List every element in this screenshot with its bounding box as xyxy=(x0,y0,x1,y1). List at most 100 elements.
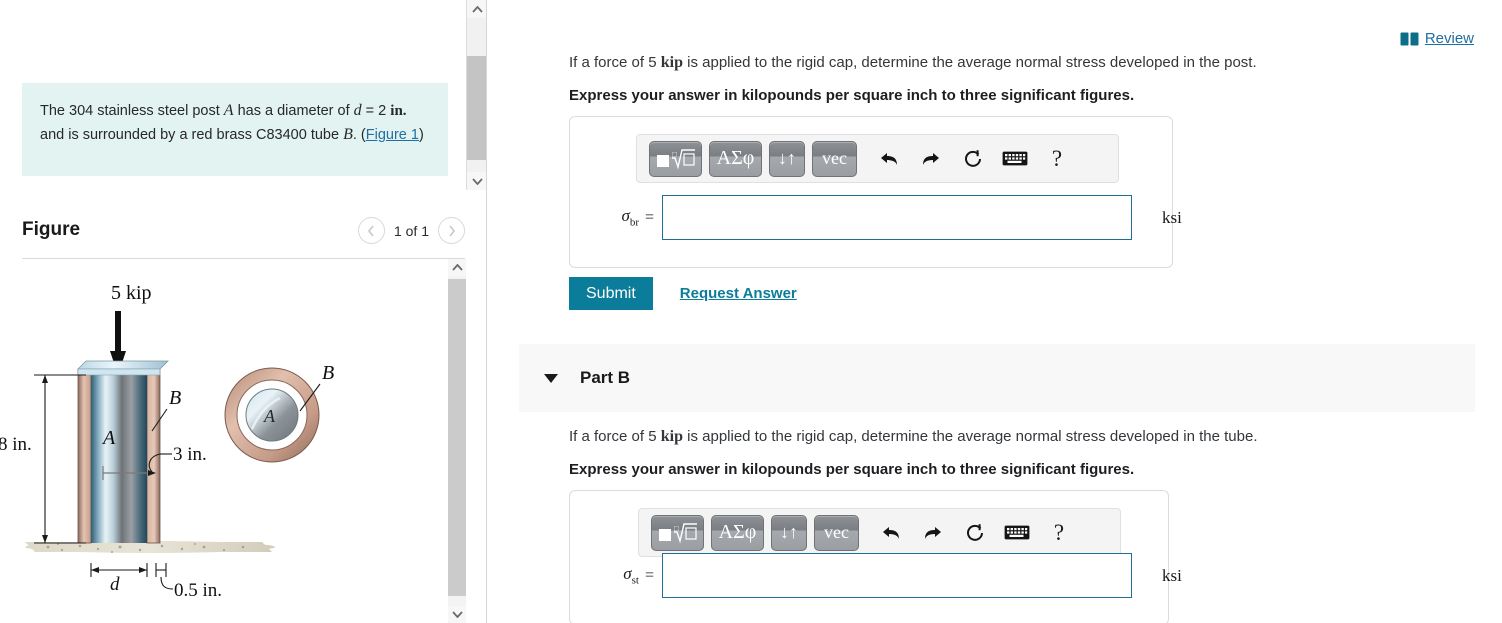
section-label-B: B xyxy=(322,362,334,384)
statement-scroll-track[interactable] xyxy=(467,18,487,172)
undo-arrow-icon xyxy=(883,526,899,539)
figure-1-link[interactable]: Figure 1 xyxy=(366,127,419,143)
part-b-question-pre: If a force of 5 xyxy=(569,428,661,445)
load-label: 5 kip xyxy=(111,282,152,304)
keyboard-button[interactable] xyxy=(998,142,1032,176)
figure-scroll-up-icon[interactable] xyxy=(448,259,466,276)
statement-scroll-thumb[interactable] xyxy=(467,56,487,160)
figure-prev-button[interactable] xyxy=(357,217,385,244)
undo-arrow-icon xyxy=(881,152,897,165)
help-button[interactable]: ? xyxy=(1040,142,1074,176)
figure-counter: 1 of 1 xyxy=(393,222,429,239)
label-A: A xyxy=(223,102,234,119)
problem-statement-scrollbar[interactable] xyxy=(466,0,487,190)
part-b-question-post: is applied to the rigid cap, determine t… xyxy=(682,428,1258,445)
vector-button[interactable]: vec xyxy=(812,140,857,177)
part-b-math-toolbar: □ ΑΣφ ↓↑ vec ? xyxy=(638,508,1121,557)
redo-arrow-icon xyxy=(925,526,941,539)
figure-scroll-track[interactable] xyxy=(448,276,466,606)
part-b-unit-kip: kip xyxy=(660,428,683,445)
reset-circular-arrow-icon xyxy=(967,523,983,541)
unit-in: in. xyxy=(390,103,407,119)
statement-part-4: and is surrounded by a red brass C83400 … xyxy=(40,126,344,143)
part-a-math-toolbar: □ ΑΣφ ↓↑ vec ? xyxy=(636,134,1119,183)
chevron-left-icon xyxy=(368,225,375,236)
reset-button[interactable] xyxy=(956,142,990,176)
part-a-answer-input[interactable] xyxy=(662,195,1133,240)
post-and-tube-diagram: 5 kip 8 in. A B 3 in. d 0.5 in. A B xyxy=(0,282,334,601)
reset-circular-arrow-icon xyxy=(965,149,981,167)
redo-button[interactable] xyxy=(914,142,948,176)
undo-button[interactable] xyxy=(872,142,906,176)
part-a-submit-button[interactable]: Submit xyxy=(569,277,653,310)
problem-statement-box: The 304 stainless steel post A has a dia… xyxy=(22,83,448,176)
part-a-answer-unit: ksi xyxy=(1162,207,1182,227)
figure-scroll-thumb[interactable] xyxy=(448,279,466,596)
part-a-actions: Submit Request Answer xyxy=(569,277,797,310)
keyboard-icon xyxy=(1002,151,1028,166)
review-link[interactable]: Review xyxy=(1425,30,1474,47)
part-a-instruction: Express your answer in kilopounds per sq… xyxy=(569,87,1135,104)
superscript-subscript-button[interactable]: ↓↑ xyxy=(769,140,805,177)
tube-label-B: B xyxy=(169,387,181,409)
keyboard-button[interactable] xyxy=(1000,516,1034,550)
statement-scroll-up-icon[interactable] xyxy=(467,0,487,18)
part-a-question: If a force of 5 kip is applied to the ri… xyxy=(569,53,1257,74)
help-button[interactable]: ? xyxy=(1042,516,1076,550)
part-b-answer-subscript: st xyxy=(631,574,639,587)
part-b-equals-sign: = xyxy=(645,566,655,584)
figure-scroll-down-icon[interactable] xyxy=(448,606,466,623)
reset-button[interactable] xyxy=(958,516,992,550)
part-b-answer-unit: ksi xyxy=(1162,565,1182,585)
updown-arrows-icon: ↓↑ xyxy=(778,148,796,168)
label-d: d xyxy=(353,102,362,119)
greek-symbols-label: ΑΣφ xyxy=(716,147,755,169)
redo-button[interactable] xyxy=(916,516,950,550)
statement-scroll-down-icon[interactable] xyxy=(467,172,487,190)
caret-down-icon[interactable] xyxy=(544,373,558,383)
section-label-A: A xyxy=(263,406,276,426)
part-b-answer-input[interactable] xyxy=(662,553,1133,598)
help-label: ? xyxy=(1051,145,1063,171)
part-a-answer-row: σbr = ksi xyxy=(582,195,1182,240)
template-math-icon: □ xyxy=(658,522,697,544)
height-label: 8 in. xyxy=(0,434,32,455)
statement-part-3: = 2 xyxy=(361,103,391,119)
part-b-answer-box: □ ΑΣφ ↓↑ vec ? σst = ksi xyxy=(569,490,1182,623)
part-a-question-pre: If a force of 5 xyxy=(569,54,661,71)
part-b-label: Part B xyxy=(580,368,631,387)
undo-button[interactable] xyxy=(874,516,908,550)
part-b-answer-row: σst = ksi xyxy=(582,553,1182,598)
part-b-answer-symbol: σst xyxy=(623,564,639,587)
vector-label: vec xyxy=(824,522,849,542)
part-a-answer-box: □ ΑΣφ ↓↑ vec ? σbr = ksi xyxy=(569,116,1182,268)
help-label: ? xyxy=(1053,519,1065,545)
greek-symbols-button[interactable]: ΑΣφ xyxy=(709,140,762,177)
part-a-unit-kip: kip xyxy=(660,54,683,71)
label-B: B xyxy=(343,125,353,143)
greek-symbols-button[interactable]: ΑΣφ xyxy=(711,514,764,551)
part-a-answer-subscript: br xyxy=(629,216,639,229)
math-template-button[interactable]: □ xyxy=(651,514,704,551)
figure-title: Figure xyxy=(22,219,81,240)
figure-next-button[interactable] xyxy=(438,217,465,244)
superscript-subscript-button[interactable]: ↓↑ xyxy=(771,514,807,551)
vector-label: vec xyxy=(822,148,847,168)
part-b-instruction: Express your answer in kilopounds per sq… xyxy=(569,461,1135,478)
template-math-icon: □ xyxy=(656,148,695,170)
chevron-right-icon xyxy=(448,225,455,236)
part-a-equals-sign: = xyxy=(645,208,655,226)
statement-part-6: ) xyxy=(418,126,424,143)
figure-navigation: 1 of 1 xyxy=(357,217,465,244)
part-b-header[interactable]: Part B xyxy=(519,344,1475,412)
part-a-request-answer-link[interactable]: Request Answer xyxy=(680,285,797,302)
statement-part-2: has a diameter of xyxy=(233,103,354,119)
vector-button[interactable]: vec xyxy=(814,514,859,551)
figure-image: 5 kip 8 in. A B 3 in. d 0.5 in. A B xyxy=(0,259,446,623)
review-row: Review xyxy=(1400,30,1474,47)
book-icon xyxy=(1400,31,1419,46)
math-template-button[interactable]: □ xyxy=(649,140,702,177)
problem-statement-text: The 304 stainless steel post A has a dia… xyxy=(22,83,448,146)
figure-scrollbar[interactable] xyxy=(448,259,466,623)
redo-arrow-icon xyxy=(923,152,939,165)
